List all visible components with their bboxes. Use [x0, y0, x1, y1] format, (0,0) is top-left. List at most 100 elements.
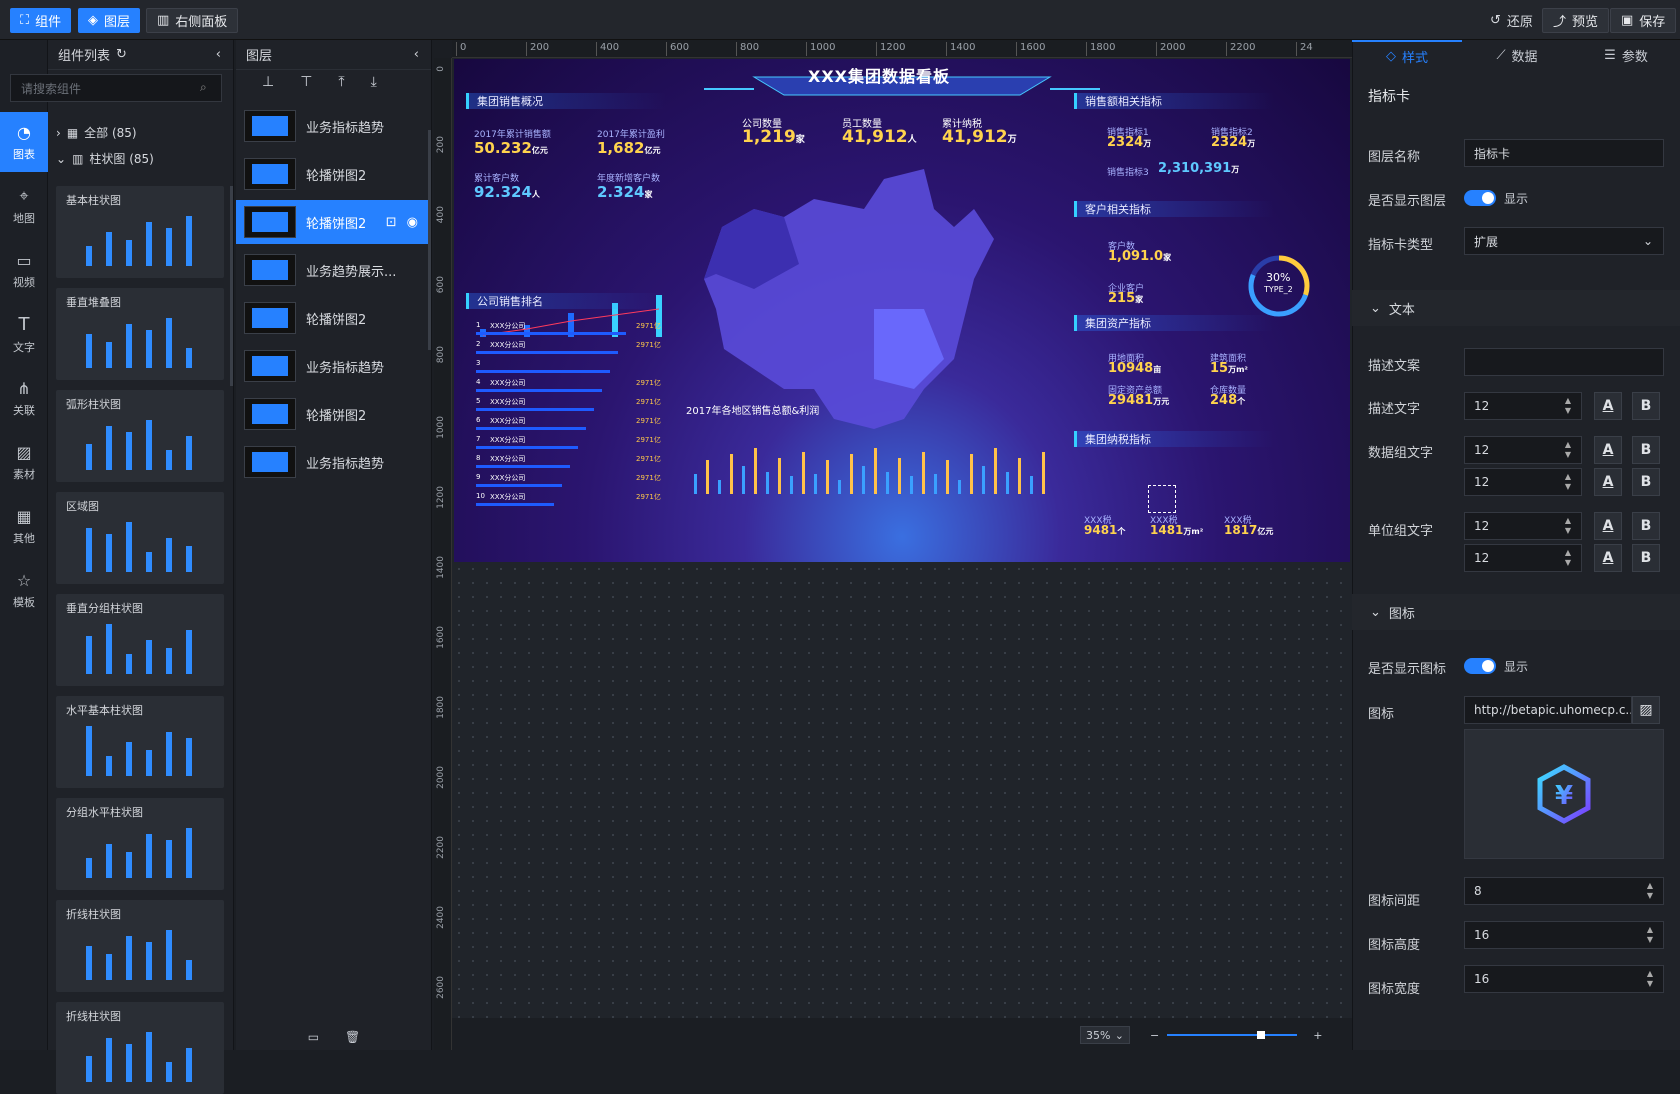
- font-color-button[interactable]: A: [1594, 468, 1622, 496]
- component-thumbnail[interactable]: 垂直分组柱状图: [56, 594, 224, 686]
- icon-url-input[interactable]: http://betapic.uhomecp.c...: [1464, 696, 1632, 724]
- component-list-header: 组件列表 ↻ ‹: [48, 40, 233, 70]
- dashboard-board[interactable]: XXX集团数据看板 集团销售概况 2017年累计销售额 50.232亿元 201…: [454, 59, 1350, 562]
- rail-item-template[interactable]: ☆ 模板: [0, 560, 48, 620]
- unit-text-size-stepper[interactable]: 12 ▲ ▼: [1464, 512, 1582, 540]
- kpi-customers-value: 92.324人: [474, 183, 540, 201]
- layer-item[interactable]: 业务指标趋势: [236, 440, 428, 484]
- layers-toggle-button[interactable]: ◈ 图层: [78, 8, 141, 33]
- bold-button[interactable]: B: [1632, 468, 1660, 496]
- component-thumbnail[interactable]: 分组水平柱状图: [56, 798, 224, 890]
- eye-icon[interactable]: ◉: [407, 215, 418, 230]
- font-color-button[interactable]: A: [1594, 436, 1622, 464]
- tab-style[interactable]: ◇ 样式: [1352, 40, 1462, 70]
- zoom-in-icon[interactable]: +: [1313, 1029, 1322, 1042]
- bold-button[interactable]: B: [1632, 436, 1660, 464]
- component-search-input[interactable]: 请搜索组件: [10, 74, 222, 102]
- data-text-size-stepper[interactable]: 12 ▲ ▼: [1464, 436, 1582, 464]
- lock-icon[interactable]: ⊡: [386, 215, 397, 230]
- data-text-size-stepper-2[interactable]: 12 ▲ ▼: [1464, 468, 1582, 496]
- stepper-arrows-icon[interactable]: ▲ ▼: [1647, 925, 1653, 945]
- font-color-button[interactable]: A: [1594, 544, 1622, 572]
- collapse-left-icon[interactable]: ‹: [414, 47, 419, 62]
- rail-item-text[interactable]: T 文字: [0, 304, 48, 364]
- move-up-one-icon[interactable]: ⊥: [262, 74, 274, 90]
- show-icon-toggle[interactable]: [1464, 658, 1496, 674]
- section-icon-header[interactable]: ⌄ 图标: [1352, 594, 1680, 630]
- icon-gap-stepper[interactable]: 8 ▲ ▼: [1464, 877, 1664, 905]
- stepper-arrows-icon[interactable]: ▲ ▼: [1565, 516, 1571, 536]
- thumbnail-bar: [146, 942, 152, 980]
- restore-button[interactable]: ↺ 还原: [1480, 8, 1543, 33]
- zoom-slider[interactable]: [1167, 1031, 1298, 1039]
- move-down-one-icon[interactable]: ⊤: [300, 74, 312, 90]
- trash-icon[interactable]: 🗑: [345, 1030, 360, 1050]
- component-thumbnail[interactable]: 基本柱状图: [56, 186, 224, 278]
- image-picker-icon[interactable]: ▨: [1632, 696, 1660, 724]
- refresh-icon[interactable]: ↻: [116, 47, 127, 62]
- save-button[interactable]: ▣ 保存: [1610, 8, 1677, 33]
- section-text-header[interactable]: ⌄ 文本: [1352, 290, 1680, 326]
- icon-height-stepper[interactable]: 16 ▲ ▼: [1464, 921, 1664, 949]
- icon-preview[interactable]: ¥: [1464, 729, 1664, 859]
- move-to-top-icon[interactable]: ⤒: [338, 74, 344, 90]
- rail-item-map[interactable]: ⌖ 地图: [0, 176, 48, 236]
- rank-number: 4: [476, 378, 481, 386]
- stepper-arrows-icon[interactable]: ▲ ▼: [1565, 396, 1571, 416]
- layer-item[interactable]: 轮播饼图2 ⊡ ◉: [236, 200, 428, 244]
- collapse-left-icon[interactable]: ‹: [216, 47, 221, 62]
- component-thumbnail[interactable]: 水平基本柱状图: [56, 696, 224, 788]
- rail-item-relation[interactable]: ⋔ 关联: [0, 368, 48, 428]
- rail-item-assets[interactable]: ▨ 素材: [0, 432, 48, 492]
- layer-name-input[interactable]: 指标卡: [1464, 139, 1664, 167]
- move-to-bottom-icon[interactable]: ⤓: [371, 74, 377, 90]
- selected-indicator-card[interactable]: [1148, 485, 1176, 513]
- show-layer-toggle[interactable]: [1464, 190, 1496, 206]
- stepper-arrows-icon[interactable]: ▲ ▼: [1565, 440, 1571, 460]
- card-type-select[interactable]: 扩展 ⌄: [1464, 227, 1664, 255]
- stepper-arrows-icon[interactable]: ▲ ▼: [1647, 969, 1653, 989]
- layer-item[interactable]: 轮播饼图2: [236, 152, 428, 196]
- customer-kpi-2: 215家: [1108, 291, 1143, 306]
- font-color-button[interactable]: A: [1594, 512, 1622, 540]
- font-color-button[interactable]: A: [1594, 392, 1622, 420]
- rail-item-other[interactable]: ▦ 其他: [0, 496, 48, 556]
- search-icon[interactable]: ⌕: [200, 80, 207, 95]
- stepper-arrows-icon[interactable]: ▲ ▼: [1565, 472, 1571, 492]
- tree-item-bar[interactable]: ⌄ ▥ 柱状图 (85): [56, 150, 154, 167]
- rail-item-chart[interactable]: ◔ 图表: [0, 112, 48, 172]
- components-toggle-button[interactable]: ⛶ 组件: [10, 8, 72, 33]
- tab-data[interactable]: ⟋ 数据: [1462, 40, 1572, 70]
- stepper-arrows-icon[interactable]: ▲ ▼: [1647, 881, 1653, 901]
- component-list-scrollbar[interactable]: [230, 186, 233, 386]
- layer-item[interactable]: 轮播饼图2: [236, 392, 428, 436]
- zoom-slider-handle[interactable]: [1257, 1031, 1266, 1039]
- layer-item[interactable]: 业务指标趋势: [236, 344, 428, 388]
- layers-scrollbar[interactable]: [428, 130, 431, 350]
- right-panel-toggle-button[interactable]: ▥ 右侧面板: [146, 8, 239, 33]
- kpi-value: 2324: [1107, 135, 1144, 150]
- unit-text-size-stepper-2[interactable]: 12 ▲ ▼: [1464, 544, 1582, 572]
- component-thumbnail[interactable]: 折线柱状图: [56, 900, 224, 992]
- bold-button[interactable]: B: [1632, 512, 1660, 540]
- zoom-select[interactable]: 35% ⌄: [1080, 1026, 1130, 1044]
- component-thumbnail[interactable]: 折线柱状图: [56, 1002, 224, 1094]
- component-thumbnail[interactable]: 垂直堆叠图: [56, 288, 224, 380]
- layer-item[interactable]: 业务指标趋势: [236, 104, 428, 148]
- folder-icon[interactable]: ▭: [308, 1030, 319, 1050]
- icon-width-stepper[interactable]: 16 ▲ ▼: [1464, 965, 1664, 993]
- desc-copy-input[interactable]: [1464, 348, 1664, 376]
- layer-item[interactable]: 业务趋势展示...: [236, 248, 428, 292]
- component-thumbnail[interactable]: 弧形柱状图: [56, 390, 224, 482]
- component-thumbnail[interactable]: 区域图: [56, 492, 224, 584]
- bold-button[interactable]: B: [1632, 544, 1660, 572]
- zoom-out-icon[interactable]: −: [1150, 1029, 1159, 1042]
- tab-params[interactable]: ☰ 参数: [1572, 40, 1680, 70]
- tree-item-all[interactable]: › ▦ 全部 (85): [56, 124, 137, 141]
- stepper-arrows-icon[interactable]: ▲ ▼: [1565, 548, 1571, 568]
- rail-item-video[interactable]: ▭ 视频: [0, 240, 48, 300]
- desc-text-size-stepper[interactable]: 12 ▲ ▼: [1464, 392, 1582, 420]
- bold-button[interactable]: B: [1632, 392, 1660, 420]
- layer-item[interactable]: 轮播饼图2: [236, 296, 428, 340]
- preview-button[interactable]: ⤴ 预览: [1542, 8, 1610, 33]
